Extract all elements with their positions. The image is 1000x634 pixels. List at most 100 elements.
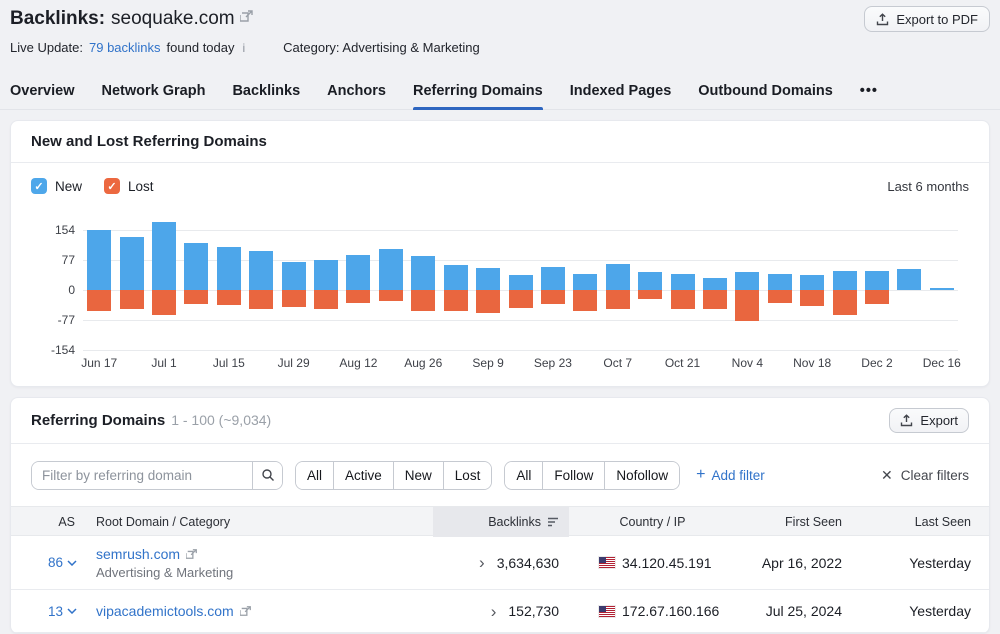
as-score-dropdown[interactable]: 13 <box>48 604 77 619</box>
page-title-prefix: Backlinks: <box>10 8 106 29</box>
external-link-icon[interactable] <box>238 6 254 30</box>
filter-option-follow[interactable]: Follow <box>542 461 605 489</box>
table-title-text: Referring Domains <box>31 412 166 429</box>
info-icon[interactable]: i <box>243 41 246 55</box>
plus-icon: + <box>696 466 706 483</box>
filter-option-all[interactable]: All <box>505 461 543 489</box>
category-label: Category: Advertising & Marketing <box>283 40 480 55</box>
bar-new-Jul 1 <box>152 221 177 290</box>
legend-lost-label: Lost <box>128 178 154 194</box>
external-link-icon[interactable] <box>186 548 198 560</box>
us-flag-icon <box>598 556 616 569</box>
column-header-as[interactable]: AS <box>11 515 81 529</box>
bar-new-Jun 24 <box>119 237 144 290</box>
column-header-backlinks-sorted[interactable]: Backlinks <box>433 507 569 537</box>
x-axis-tick: Sep 9 <box>472 356 504 370</box>
as-score-dropdown[interactable]: 86 <box>48 555 77 570</box>
table-row: 13 vipacademictools.com › 152,730 172.67… <box>11 590 989 633</box>
domain-link[interactable]: semrush.com <box>96 546 180 562</box>
x-axis-tick: Jul 15 <box>212 356 245 370</box>
x-axis-tick: Oct 7 <box>603 356 633 370</box>
gridline--154 <box>83 350 958 351</box>
x-axis-tick: Dec 2 <box>861 356 893 370</box>
follow-filter-segmented: All Follow Nofollow <box>504 460 681 490</box>
column-header-root-domain[interactable]: Root Domain / Category <box>81 515 433 529</box>
y-axis-tick: 77 <box>61 253 75 267</box>
last-seen-cell: Yesterday <box>909 554 971 571</box>
tab-outbound-domains[interactable]: Outbound Domains <box>698 75 833 109</box>
tab-anchors[interactable]: Anchors <box>327 75 386 109</box>
bar-new-Nov 4 <box>735 272 760 290</box>
bar-lost-Nov 18 <box>800 290 825 306</box>
tab-more-ellipsis[interactable]: ••• <box>860 75 878 109</box>
add-filter-button[interactable]: + Add filter <box>696 467 765 483</box>
status-filter-segmented: All Active New Lost <box>295 460 493 490</box>
bar-new-Aug 19 <box>378 249 403 290</box>
search-button[interactable] <box>252 461 282 489</box>
expand-chevron-icon[interactable]: › <box>479 554 485 571</box>
country-ip-cell: 172.67.160.166 <box>569 603 736 619</box>
backlinks-cell: › 3,634,630 <box>433 554 569 571</box>
column-header-first-seen[interactable]: First Seen <box>736 515 854 529</box>
x-axis-tick: Nov 4 <box>731 356 764 370</box>
bar-new-Sep 30 <box>573 273 598 290</box>
domain-link[interactable]: vipacademictools.com <box>96 603 234 619</box>
bar-lost-Sep 23 <box>540 290 565 305</box>
bar-lost-Oct 21 <box>670 290 695 310</box>
bar-lost-Nov 25 <box>832 290 857 315</box>
expand-chevron-icon[interactable]: › <box>491 603 497 620</box>
tab-backlinks[interactable]: Backlinks <box>232 75 300 109</box>
backlinks-count: 152,730 <box>508 603 559 619</box>
bar-lost-Nov 4 <box>735 290 760 322</box>
filter-option-all[interactable]: All <box>296 461 334 489</box>
bar-new-Dec 9 <box>897 268 922 290</box>
bar-new-Nov 11 <box>767 273 792 290</box>
backlinks-count: 3,634,630 <box>496 554 559 571</box>
table-header-row: AS Root Domain / Category Backlinks Coun… <box>11 506 989 537</box>
us-flag-icon <box>598 604 616 618</box>
tab-indexed-pages[interactable]: Indexed Pages <box>570 75 672 109</box>
chart-plot-area: Jun 17 Jul 1 Jul 15 Jul 29 Aug 12 Aug 26 Sep 9… <box>81 204 961 372</box>
bar-new-Dec 16 <box>929 288 954 290</box>
filter-option-active[interactable]: Active <box>333 461 393 489</box>
as-cell: 13 <box>11 604 81 619</box>
y-axis-tick: -77 <box>57 313 75 327</box>
bar-lost-Jul 1 <box>152 290 177 316</box>
export-label: Export <box>920 413 958 428</box>
filter-option-nofollow[interactable]: Nofollow <box>604 461 680 489</box>
country-ip-cell: 34.120.45.191 <box>569 555 736 571</box>
domain-filter-input[interactable] <box>32 461 252 489</box>
bar-new-Oct 21 <box>670 274 695 290</box>
bar-new-Jun 17 <box>87 230 112 290</box>
filter-option-new[interactable]: New <box>392 461 443 489</box>
bar-new-Jul 22 <box>249 251 274 290</box>
legend-new-checkbox[interactable]: ✓ New <box>31 178 82 194</box>
root-domain-cell: vipacademictools.com <box>81 603 433 619</box>
bar-lost-Jul 29 <box>281 290 306 307</box>
x-axis-tick: Nov 18 <box>793 356 832 370</box>
legend-new-label: New <box>55 178 83 194</box>
bar-new-Jul 15 <box>216 247 241 290</box>
chart-card-title: New and Lost Referring Domains <box>31 133 267 150</box>
y-axis-tick: 0 <box>68 283 75 297</box>
external-link-icon[interactable] <box>239 605 252 617</box>
tab-referring-domains[interactable]: Referring Domains <box>412 75 543 110</box>
export-button[interactable]: Export <box>889 408 969 433</box>
x-axis-tick: Jul 1 <box>151 356 177 370</box>
bar-lost-Oct 28 <box>702 290 727 310</box>
close-icon: ✕ <box>881 466 893 483</box>
y-axis-tick: -154 <box>50 343 75 357</box>
bar-new-Aug 26 <box>411 256 436 290</box>
chart-y-axis: 154 77 0 -77 -154 <box>21 204 83 357</box>
filter-toolbar: AllActiveNewLost AllFollowNofollow + Add… <box>11 444 989 506</box>
live-update-backlinks-link[interactable]: 79 backlinks <box>89 40 161 55</box>
filter-option-lost[interactable]: Lost <box>442 461 492 489</box>
clear-filters-button[interactable]: ✕ Clear filters <box>881 467 969 484</box>
column-header-country-ip[interactable]: Country / IP <box>569 515 736 529</box>
bar-new-Sep 2 <box>443 264 468 290</box>
column-header-last-seen[interactable]: Last Seen <box>854 515 989 529</box>
export-to-pdf-button[interactable]: Export to PDF <box>864 6 990 32</box>
tab-network-graph[interactable]: Network Graph <box>102 75 206 109</box>
legend-lost-checkbox[interactable]: ✓ Lost <box>104 178 154 194</box>
tab-overview[interactable]: Overview <box>10 75 75 109</box>
